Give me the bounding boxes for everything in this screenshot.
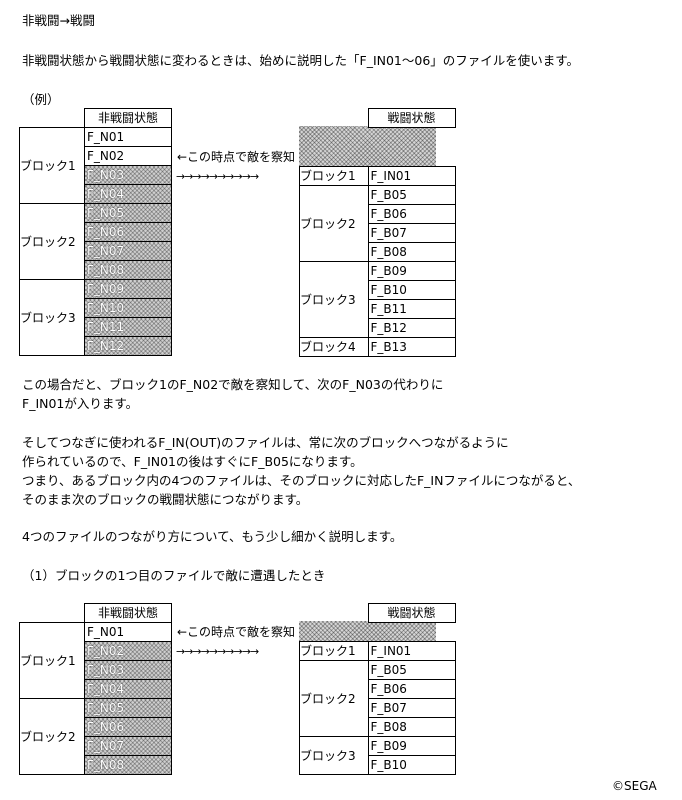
file-cell-shaded: F_N03 (84, 660, 172, 680)
file-cell-shaded: F_N04 (84, 184, 172, 204)
nonbattle-header: 非戦闘状態 (84, 108, 172, 128)
file-cell: F_N02 (84, 146, 172, 166)
file-cell-shaded: F_N03 (84, 165, 172, 185)
transition-arrow: →→→→→→→→→→ (176, 645, 259, 658)
copyright: ©SEGA (612, 779, 657, 793)
file-cell: F_B07 (367, 223, 456, 243)
file-cell-shaded: F_N08 (84, 260, 172, 280)
block-label: ブロック1 (299, 166, 369, 186)
block-label: ブロック1 (299, 641, 369, 661)
file-cell: F_B08 (367, 242, 456, 262)
block-label: ブロック3 (19, 279, 85, 356)
file-cell: F_N01 (84, 622, 172, 642)
transition-arrow: →→→→→→→→→→ (176, 170, 259, 183)
file-cell-shaded: F_N02 (84, 641, 172, 661)
page-heading: 非戦闘→戦闘 (22, 13, 95, 28)
para1-line1: この場合だと、ブロック1のF_N02で敵を察知して、次のF_N03の代わりに (22, 377, 444, 392)
file-cell-shaded: F_N04 (84, 679, 172, 699)
file-cell: F_B09 (367, 261, 456, 281)
file-cell-shaded: F_N09 (84, 279, 172, 299)
battle-header: 戦闘状態 (367, 603, 456, 623)
block-label: ブロック2 (299, 185, 369, 262)
file-cell: F_B05 (367, 660, 456, 680)
file-cell-shaded: F_N05 (84, 203, 172, 223)
para3: 4つのファイルのつながり方について、もう少し細かく説明します。 (22, 529, 403, 544)
file-cell-shaded: F_N08 (84, 755, 172, 775)
file-cell: F_B09 (367, 736, 456, 756)
battle-header: 戦闘状態 (367, 108, 456, 128)
file-cell-shaded: F_N06 (84, 222, 172, 242)
nonbattle-header: 非戦闘状態 (84, 603, 172, 623)
block-label: ブロック2 (19, 698, 85, 775)
block-label: ブロック2 (299, 660, 369, 737)
file-cell: F_B10 (367, 755, 456, 775)
file-cell: F_B08 (367, 717, 456, 737)
para2-line3: つまり、あるブロック内の4つのファイルは、そのブロックに対応したF_INファイル… (22, 473, 581, 488)
para1-line2: F_IN01が入ります。 (22, 396, 139, 411)
detect-note: ←この時点で敵を察知 (177, 150, 296, 164)
block-label: ブロック3 (299, 736, 369, 775)
block-label: ブロック2 (19, 203, 85, 280)
file-cell-shaded: F_N12 (84, 336, 172, 356)
para2-line2: 作られているので、F_IN01の後はすぐにF_B05になります。 (22, 454, 363, 469)
example1-nonbattle-table: 非戦闘状態 ブロック1 F_N01 F_N02 F_N03 F_N04 ブロック2… (19, 108, 172, 356)
file-cell: F_B06 (367, 204, 456, 224)
example2-nonbattle-table: 非戦闘状態 ブロック1 F_N01 F_N02 F_N03 F_N04 ブロック2… (19, 603, 172, 775)
section1-heading: （1）ブロックの1つ目のファイルで敵に遭遇したとき (22, 568, 326, 583)
para2-line4: そのまま次のブロックの戦闘状態につながります。 (22, 492, 309, 507)
file-cell: F_B06 (367, 679, 456, 699)
block-label: ブロック1 (19, 127, 85, 204)
file-cell: F_B12 (367, 318, 456, 338)
file-cell: F_B10 (367, 280, 456, 300)
block-label: ブロック4 (299, 337, 369, 357)
example2-battle-table: 戦闘状態 ブロック1 F_IN01 ブロック2 F_B05 F_B06 F_B07 … (299, 603, 456, 775)
file-cell: F_B05 (367, 185, 456, 205)
intro-text: 非戦闘状態から戦闘状態に変わるときは、始めに説明した「F_IN01～06」のファ… (22, 53, 580, 68)
file-cell: F_IN01 (367, 641, 456, 661)
file-cell-shaded: F_N10 (84, 298, 172, 318)
file-cell-shaded: F_N06 (84, 717, 172, 737)
detect-note: ←この時点で敵を察知 (177, 625, 296, 639)
para2-line1: そしてつなぎに使われるF_IN(OUT)のファイルは、常に次のブロックへつながる… (22, 435, 509, 450)
block-label: ブロック1 (19, 622, 85, 699)
example1-battle-table: 戦闘状態 ブロック1 F_IN01 ブロック2 F_B05 F_B06 F_B07 … (299, 108, 456, 357)
file-cell: F_IN01 (367, 166, 456, 186)
file-cell-shaded: F_N05 (84, 698, 172, 718)
example-label: （例） (22, 92, 60, 107)
file-cell-shaded: F_N07 (84, 736, 172, 756)
file-cell-shaded: F_N11 (84, 317, 172, 337)
file-cell: F_B13 (367, 337, 456, 357)
file-cell: F_N01 (84, 127, 172, 147)
file-cell-shaded: F_N07 (84, 241, 172, 261)
file-cell: F_B07 (367, 698, 456, 718)
file-cell: F_B11 (367, 299, 456, 319)
block-label: ブロック3 (299, 261, 369, 338)
